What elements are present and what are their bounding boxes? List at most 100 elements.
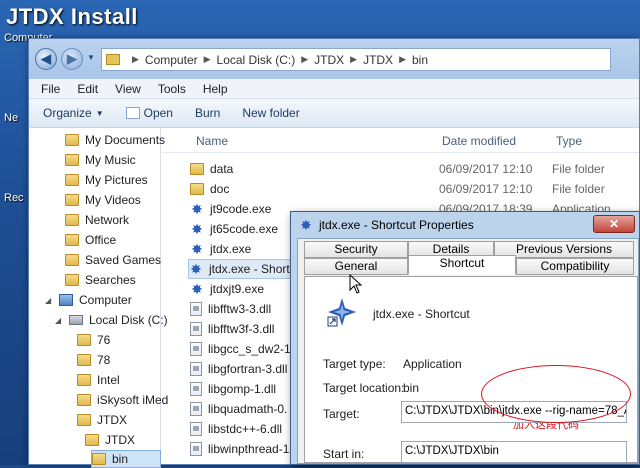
folder-icon xyxy=(77,374,91,386)
address-bar[interactable]: ▶ Computer ▶ Local Disk (C:) ▶ JTDX ▶ JT… xyxy=(101,48,611,71)
desktop-label-recycle[interactable]: Rec xyxy=(4,192,24,204)
disk-icon xyxy=(69,315,83,325)
folder-icon xyxy=(190,183,204,195)
nav-item-my-documents[interactable]: My Documents xyxy=(65,131,165,149)
breadcrumb-jtdx-sub[interactable]: JTDX xyxy=(363,53,393,67)
nav-item-local-disk[interactable]: ◢ Local Disk (C:) xyxy=(55,311,168,329)
nav-item-network[interactable]: Network xyxy=(65,211,129,229)
breadcrumb-jtdx[interactable]: JTDX xyxy=(314,53,344,67)
chevron-right-icon[interactable]: ▶ xyxy=(301,54,308,65)
breadcrumb-bin[interactable]: bin xyxy=(412,53,428,67)
target-type-value: Application xyxy=(403,357,462,371)
exe-icon: ✸ xyxy=(191,201,203,217)
exe-icon: ✸ xyxy=(191,221,203,237)
dll-icon xyxy=(190,302,202,316)
file-row-data[interactable]: data 06/09/2017 12:10 File folder xyxy=(190,159,640,179)
file-row-doc[interactable]: doc 06/09/2017 12:10 File folder xyxy=(190,179,640,199)
nav-item-label: Saved Games xyxy=(85,253,162,267)
file-name: libwinpthread-1 xyxy=(208,442,290,456)
menu-edit[interactable]: Edit xyxy=(77,82,98,96)
collapse-triangle-icon[interactable]: ◢ xyxy=(55,316,63,325)
video-title: JTDX Install xyxy=(6,4,138,29)
nav-item-label: My Music xyxy=(85,153,136,167)
file-name: libfftw3f-3.dll xyxy=(208,322,275,336)
nav-item-bin[interactable]: bin xyxy=(91,450,161,468)
dialog-title: jtdx.exe - Shortcut Properties xyxy=(319,218,474,232)
file-name: jt9code.exe xyxy=(210,202,272,216)
tab-security[interactable]: Security xyxy=(304,241,408,258)
folder-icon xyxy=(65,154,79,166)
nav-item-76[interactable]: 76 xyxy=(77,331,110,349)
collapse-triangle-icon[interactable]: ◢ xyxy=(45,296,53,305)
dll-icon xyxy=(190,362,202,376)
dialog-body: Security Details Previous Versions Gener… xyxy=(297,238,639,464)
tab-shortcut[interactable]: Shortcut xyxy=(408,255,516,275)
arrow-left-icon: ◀ xyxy=(41,51,51,66)
column-header-date[interactable]: Date modified xyxy=(442,134,516,148)
chevron-right-icon[interactable]: ▶ xyxy=(399,54,406,65)
navigation-pane: My Documents My Music My Pictures My Vid… xyxy=(29,128,168,468)
nav-item-label: Intel xyxy=(97,373,120,387)
file-name: jtdx.exe - Shortc xyxy=(209,262,296,276)
nav-item-my-videos[interactable]: My Videos xyxy=(65,191,141,209)
open-button[interactable]: Open xyxy=(125,106,173,120)
tab-compatibility[interactable]: Compatibility xyxy=(516,258,634,275)
folder-icon xyxy=(77,394,91,406)
recent-pages-chevron-icon[interactable]: ▼ xyxy=(87,53,95,62)
breadcrumb-local-disk[interactable]: Local Disk (C:) xyxy=(217,53,296,67)
nav-item-jtdx[interactable]: JTDX xyxy=(77,411,127,429)
nav-item-office[interactable]: Office xyxy=(65,231,116,249)
nav-item-searches[interactable]: Searches xyxy=(65,271,136,289)
column-header-name[interactable]: Name xyxy=(196,134,228,148)
mouse-cursor-icon xyxy=(349,274,363,294)
nav-item-label: Searches xyxy=(85,273,136,287)
nav-item-iskysoft[interactable]: iSkysoft iMed xyxy=(77,391,168,409)
nav-item-saved-games[interactable]: Saved Games xyxy=(65,251,161,269)
header-divider xyxy=(162,152,639,153)
nav-item-jtdx-sub[interactable]: JTDX xyxy=(85,431,135,449)
menu-file[interactable]: File xyxy=(41,82,60,96)
tab-general[interactable]: General xyxy=(304,258,408,275)
desktop-label-network[interactable]: Ne xyxy=(4,112,18,124)
nav-item-label: JTDX xyxy=(97,413,127,427)
menu-view[interactable]: View xyxy=(115,82,141,96)
chevron-right-icon[interactable]: ▶ xyxy=(350,54,357,65)
dll-icon xyxy=(190,402,202,416)
close-button[interactable]: ✕ xyxy=(593,215,635,233)
window-chrome: ◀ ▶ ▼ ▶ Computer ▶ Local Disk (C:) ▶ JTD… xyxy=(29,39,639,79)
shortcut-icon: ✸ xyxy=(190,261,202,277)
nav-item-computer[interactable]: ◢ Computer xyxy=(45,291,132,309)
folder-icon xyxy=(65,134,79,146)
forward-button[interactable]: ▶ xyxy=(61,48,83,70)
properties-dialog: ✸ jtdx.exe - Shortcut Properties ✕ Secur… xyxy=(290,211,640,465)
nav-item-label: Computer xyxy=(79,293,132,307)
new-folder-button[interactable]: New folder xyxy=(242,106,299,120)
burn-button[interactable]: Burn xyxy=(195,106,220,120)
nav-item-78[interactable]: 78 xyxy=(77,351,110,369)
chevron-right-icon[interactable]: ▶ xyxy=(132,54,139,65)
folder-icon xyxy=(85,434,99,446)
folder-icon xyxy=(65,214,79,226)
back-button[interactable]: ◀ xyxy=(35,48,57,70)
annotation-highlight-oval xyxy=(481,365,631,423)
organize-button[interactable]: Organize ▼ xyxy=(43,106,104,120)
folder-icon xyxy=(106,54,120,65)
nav-item-intel[interactable]: Intel xyxy=(77,371,120,389)
nav-item-my-pictures[interactable]: My Pictures xyxy=(65,171,148,189)
file-name: libgomp-1.dll xyxy=(208,382,277,396)
arrow-right-icon: ▶ xyxy=(67,51,77,66)
nav-item-label: My Pictures xyxy=(85,173,148,187)
chevron-down-icon: ▼ xyxy=(95,108,104,118)
dialog-titlebar[interactable]: ✸ jtdx.exe - Shortcut Properties xyxy=(291,212,639,238)
start-in-label: Start in: xyxy=(323,447,365,461)
start-in-field[interactable]: C:\JTDX\JTDX\bin xyxy=(401,441,627,463)
chevron-right-icon[interactable]: ▶ xyxy=(204,54,211,65)
breadcrumb-computer[interactable]: Computer xyxy=(145,53,198,67)
file-type: File folder xyxy=(552,182,605,196)
command-bar: Organize ▼ Open Burn New folder xyxy=(29,99,639,128)
file-name: jt65code.exe xyxy=(210,222,279,236)
column-header-type[interactable]: Type xyxy=(556,134,582,148)
menu-help[interactable]: Help xyxy=(203,82,228,96)
menu-tools[interactable]: Tools xyxy=(158,82,186,96)
nav-item-my-music[interactable]: My Music xyxy=(65,151,136,169)
